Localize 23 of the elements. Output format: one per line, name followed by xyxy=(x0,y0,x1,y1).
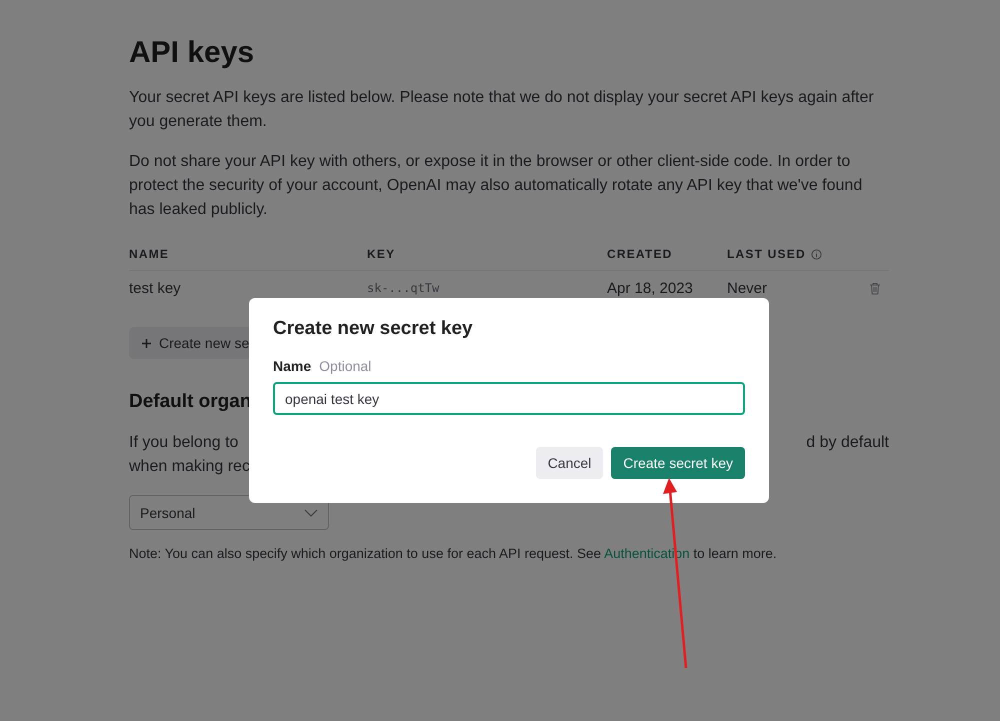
field-hint: Optional xyxy=(319,358,372,374)
page-title: API keys xyxy=(129,36,256,70)
key-cell-text: sk-...qtTw xyxy=(367,281,440,295)
table-cell-text: test key xyxy=(129,280,182,296)
trash-icon[interactable] xyxy=(869,282,881,294)
intro-paragraph: Do not share your API key with others, or expose it in the browser or other client-side code. In order to protect the security of your account, OpenAI may also automatically rotate any API key that we've found has leaked publicly. xyxy=(129,152,864,220)
create-secret-key-button[interactable]: Create secret key xyxy=(611,447,745,479)
field-label: Name xyxy=(273,358,312,374)
intro-paragraph: Your secret API keys are listed below. Please note that we do not display your secret API keys again after you generate them. xyxy=(129,88,874,132)
column-header: CREATED xyxy=(607,247,673,261)
org-text: d by default xyxy=(806,433,889,453)
plus-icon xyxy=(141,338,152,348)
section-heading: Default organ xyxy=(129,391,252,413)
table-cell-text: Apr 18, 2023 xyxy=(607,280,694,296)
table-cell-text: Never xyxy=(727,280,768,296)
column-header: NAME xyxy=(129,247,170,261)
name-field[interactable]: openai test key xyxy=(273,382,745,415)
column-header: KEY xyxy=(367,247,396,261)
column-header: LAST USED xyxy=(727,247,806,261)
cancel-button[interactable]: Cancel xyxy=(536,447,604,479)
org-text: If you belong to xyxy=(129,433,238,453)
chevron-down-icon xyxy=(304,508,318,516)
org-text: when making rec xyxy=(129,457,250,477)
